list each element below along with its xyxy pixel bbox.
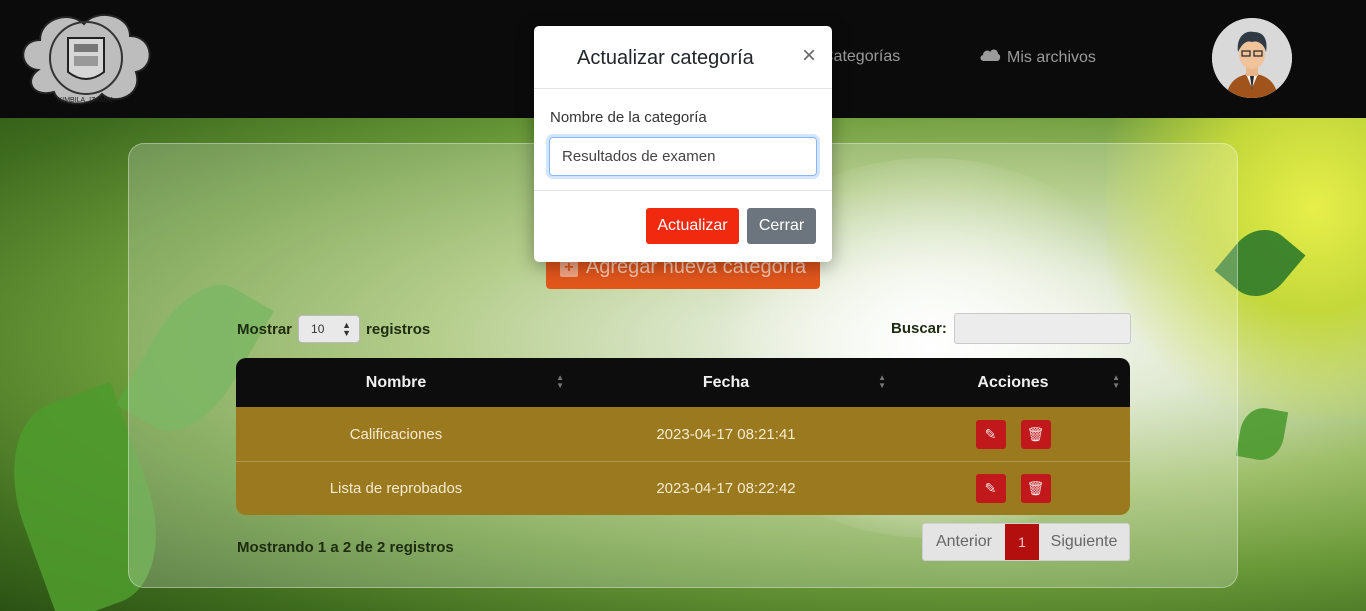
edit-icon: ✎ <box>984 425 997 442</box>
pagination-page[interactable]: 1 <box>1005 524 1039 560</box>
cell-acciones: ✎ 🗑 <box>896 407 1130 461</box>
table-info: Mostrando 1 a 2 de 2 registros <box>237 539 454 556</box>
nav-link-label: Categorías <box>822 48 901 65</box>
category-name-input[interactable]: Resultados de examen <box>549 137 817 176</box>
cell-fecha: 2023-04-17 08:21:41 <box>656 425 796 443</box>
records-per-page-select[interactable]: 10 ▲ ▼ <box>298 315 361 343</box>
user-avatar[interactable] <box>1212 18 1292 98</box>
categories-table: Nombre ▲ ▼ Fecha ▲ ▼ Acciones ▲ ▼ Calificac… <box>236 358 1130 515</box>
column-header-nombre[interactable]: Nombre ▲ ▼ <box>236 358 564 407</box>
length-suffix: registros <box>366 320 431 338</box>
updown-chevron-icon: ▲ ▼ <box>342 320 352 338</box>
table-header: Nombre ▲ ▼ Fecha ▲ ▼ Acciones ▲ ▼ <box>236 358 1130 407</box>
cell-fecha: 2023-04-17 08:22:42 <box>656 480 796 497</box>
delete-button[interactable]: 🗑 <box>1020 419 1051 449</box>
category-name-label: Nombre de la categoría <box>550 109 707 126</box>
school-logo[interactable]: KIMBILA, IZAMAL <box>18 10 154 106</box>
modal-title: Actualizar categoría <box>577 47 754 69</box>
length-control: Mostrar 10 ▲ ▼ registros <box>237 315 430 343</box>
pagination: Anterior 1 Siguiente <box>922 523 1130 561</box>
column-header-acciones[interactable]: Acciones ▲ ▼ <box>896 358 1130 407</box>
cell-nombre: Calificaciones <box>349 425 443 443</box>
search-label: Buscar: <box>891 320 947 337</box>
modal-footer: Actualizar Cerrar <box>534 191 832 261</box>
svg-text:KIMBILA, IZAMAL: KIMBILA, IZAMAL <box>58 97 115 104</box>
nav-link-mis-archivos[interactable]: Mis archivos <box>979 48 1096 67</box>
search-input[interactable] <box>953 313 1131 344</box>
pagination-prev[interactable]: Anterior <box>923 524 1005 560</box>
edit-button[interactable]: ✎ <box>975 419 1006 449</box>
cell-acciones: ✎ 🗑 <box>896 462 1130 515</box>
update-button[interactable]: Actualizar <box>646 208 739 244</box>
cell-nombre: Lista de reprobados <box>329 480 463 497</box>
edit-icon: ✎ <box>984 480 997 496</box>
close-icon[interactable]: × <box>802 44 816 68</box>
table-row: Calificaciones 2023-04-17 08:21:41 ✎ 🗑 <box>236 407 1130 461</box>
column-header-fecha[interactable]: Fecha ▲ ▼ <box>556 358 896 407</box>
sort-icon: ▲ ▼ <box>1112 373 1120 390</box>
edit-button[interactable]: ✎ <box>975 474 1006 503</box>
nav-link-label: Mis archivos <box>1007 48 1096 66</box>
length-prefix: Mostrar <box>237 320 293 338</box>
nav-link-categorias[interactable]: Categorías <box>822 48 900 66</box>
modal-body: Nombre de la categoría Resultados de exa… <box>534 89 832 191</box>
update-category-modal: Actualizar categoría × Nombre de la cate… <box>534 26 832 262</box>
close-button[interactable]: Cerrar <box>747 208 816 244</box>
table-row: Lista de reprobados 2023-04-17 08:22:42 … <box>236 461 1130 515</box>
trash-icon: 🗑 <box>1026 480 1045 496</box>
pagination-next[interactable]: Siguiente <box>1039 524 1129 560</box>
cloud-icon <box>979 48 1001 67</box>
modal-header: Actualizar categoría × <box>534 26 832 89</box>
trash-icon: 🗑 <box>1026 425 1045 442</box>
sort-icon: ▲ ▼ <box>878 373 886 390</box>
delete-button[interactable]: 🗑 <box>1020 474 1051 503</box>
records-per-page-value: 10 <box>311 322 325 336</box>
table-search: Buscar: <box>891 313 1131 344</box>
